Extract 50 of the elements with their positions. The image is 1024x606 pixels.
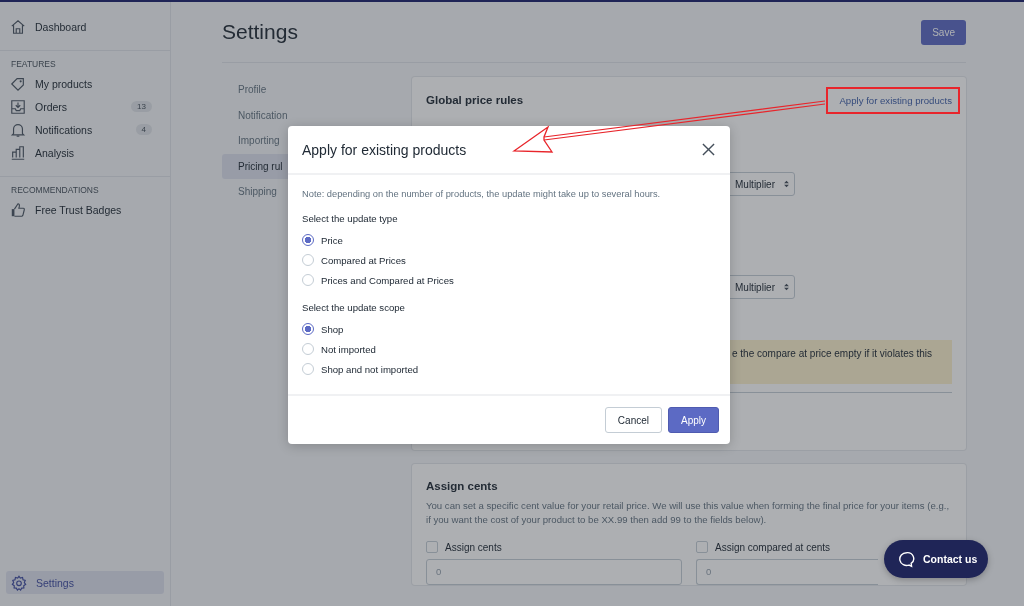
- chat-icon: [898, 550, 915, 568]
- checkbox[interactable]: [696, 541, 708, 553]
- group-label: Select the update scope: [302, 302, 406, 313]
- card-title: Assign cents: [426, 480, 499, 492]
- contact-us-button[interactable]: Contact us: [884, 540, 988, 578]
- card-title: Global price rules: [426, 94, 524, 106]
- radio-button[interactable]: [302, 234, 314, 246]
- sidebar-item[interactable]: My products: [0, 72, 164, 95]
- inbox-icon: [10, 98, 26, 115]
- section-heading: RECOMMENDATIONS: [10, 185, 100, 195]
- thumbs-up-icon: [10, 201, 26, 218]
- page-title: Settings: [222, 20, 298, 44]
- radio-label: Shop and not imported: [321, 363, 419, 375]
- radio-label: Price: [321, 234, 343, 246]
- radio-label: Shop: [321, 323, 344, 335]
- sidebar-item[interactable]: Orders 13: [0, 95, 164, 118]
- modal-title: Apply for existing products: [302, 141, 467, 158]
- settings-icon: [11, 574, 27, 591]
- home-icon: [10, 18, 26, 35]
- close-icon[interactable]: [702, 143, 715, 156]
- group-label: Select the update type: [302, 213, 399, 224]
- radio-label: Prices and Compared at Prices: [321, 274, 454, 286]
- radio-label: Not imported: [321, 343, 376, 355]
- save-button[interactable]: Save: [921, 19, 966, 45]
- sort-caret-icon: [784, 283, 789, 291]
- radio-button[interactable]: [302, 323, 314, 335]
- sort-caret-icon: [784, 180, 789, 188]
- apply-existing-link[interactable]: Apply for existing products: [839, 94, 952, 106]
- sidebar-item[interactable]: Free Trust Badges: [0, 198, 164, 221]
- sidebar-item[interactable]: Analysis: [0, 141, 164, 164]
- sidebar-item[interactable]: Notifications 4: [0, 118, 164, 141]
- settings-tab[interactable]: Profile: [222, 77, 293, 103]
- modal-note: Note: depending on the number of products, the update might take up to several hours.: [302, 189, 662, 199]
- bar-chart-icon: [10, 144, 26, 161]
- sidebar-item[interactable]: Dashboard: [0, 15, 164, 38]
- count-badge: 4: [135, 124, 152, 135]
- tag-icon: [10, 75, 26, 92]
- sidebar-item[interactable]: Settings: [6, 571, 164, 594]
- bell-icon: [10, 121, 26, 138]
- warning-text: e the compare at price empty if it violates this: [732, 348, 933, 359]
- settings-tab[interactable]: Notification: [222, 102, 303, 128]
- checkbox-label: Assign compared at cents: [715, 541, 831, 553]
- radio-label: Compared at Prices: [321, 254, 406, 266]
- section-heading: FEATURES: [10, 59, 57, 69]
- count-badge: 13: [131, 101, 152, 112]
- cancel-button[interactable]: Cancel: [604, 407, 662, 433]
- checkbox-label: Assign cents: [445, 541, 502, 553]
- apply-button[interactable]: Apply: [668, 407, 719, 433]
- checkbox[interactable]: [426, 541, 438, 553]
- card-description: You can set a specific cent value for your retail price. We will use this value when forming the final price for your items (e.g., if you want the cost of your product to be XX.99 then add 99 to the fields below).: [426, 499, 951, 527]
